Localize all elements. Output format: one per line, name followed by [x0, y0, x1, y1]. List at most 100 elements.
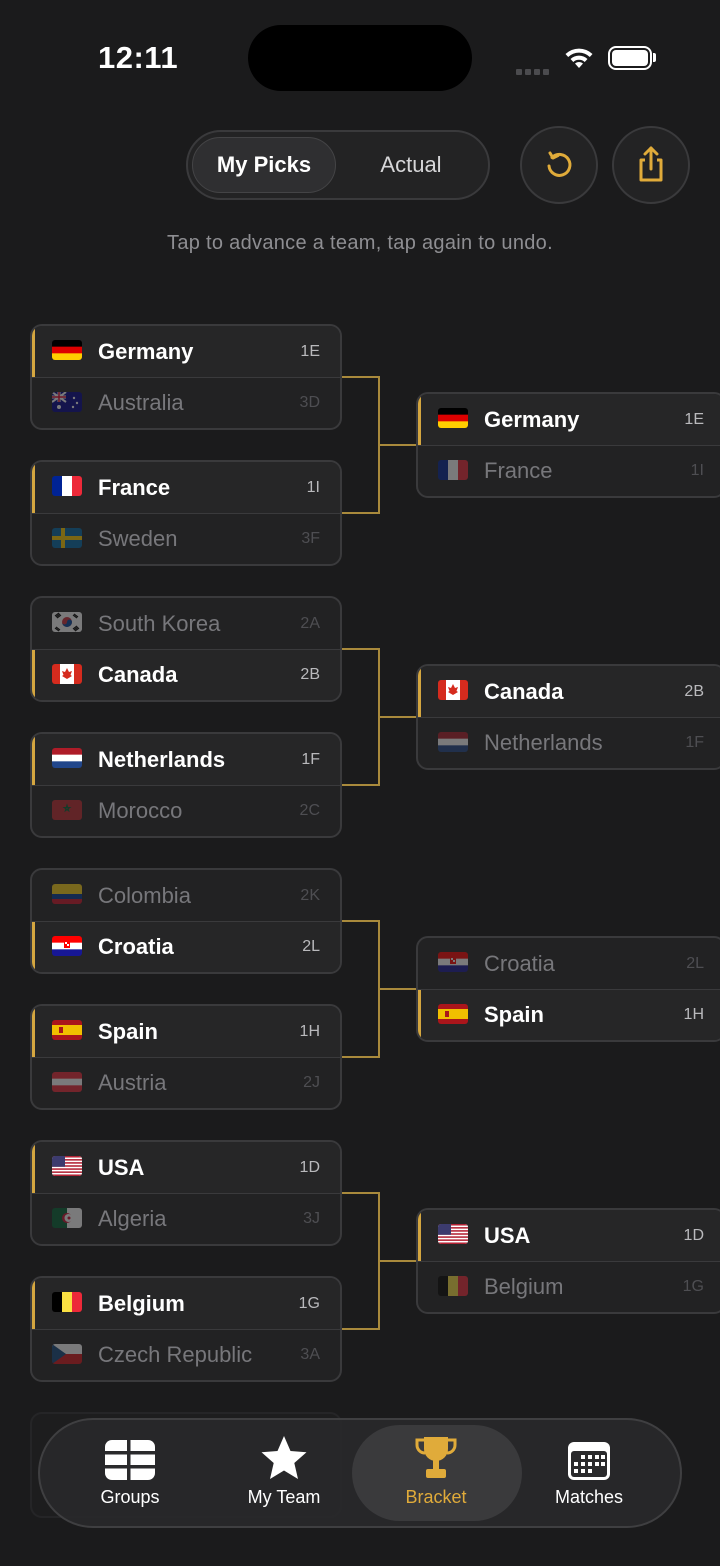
bracket-connector [342, 1056, 380, 1058]
south-korea-flag-icon [52, 612, 82, 632]
grid-icon [105, 1440, 155, 1480]
australia-flag-icon [52, 392, 82, 412]
team-name: Canada [98, 662, 178, 687]
team-row-belgium[interactable]: Belgium 1G [32, 1278, 340, 1329]
team-name: Colombia [98, 882, 191, 908]
team-name: France [98, 474, 171, 500]
share-button[interactable] [612, 126, 690, 204]
tab-bracket-label: Bracket [405, 1487, 467, 1507]
team-row-germany[interactable]: Germany 1E [32, 326, 340, 377]
team-row-czech-republic[interactable]: Czech Republic 3A [32, 1329, 340, 1380]
france-flag-icon [438, 460, 468, 480]
team-seed: 2A [300, 614, 320, 632]
team-name: Australia [98, 390, 184, 415]
netherlands-flag-icon [438, 732, 468, 752]
bracket-connector [342, 784, 380, 786]
team-row-usa[interactable]: USA 1D [32, 1142, 340, 1193]
tab-groups[interactable]: Groups [68, 1430, 192, 1518]
team-name: Spain [98, 1018, 158, 1044]
match-card: Canada 2B Netherlands 1F [416, 664, 720, 770]
canada-flag-icon [438, 680, 468, 700]
team-seed: 3J [303, 1210, 320, 1227]
usa-flag-icon [52, 1156, 82, 1176]
team-seed: 3D [299, 394, 320, 411]
match-card: Spain 1H Austria 2J [30, 1004, 342, 1110]
team-row-netherlands[interactable]: Netherlands 1F [32, 734, 340, 785]
team-name: USA [98, 1154, 145, 1180]
cellular-signal-icon [516, 62, 552, 80]
team-name: Spain [484, 1002, 544, 1027]
team-name: Sweden [98, 526, 178, 551]
team-seed: 3A [300, 1346, 320, 1363]
team-name: Canada [484, 678, 564, 704]
team-row-morocco[interactable]: Morocco 2C [32, 785, 340, 836]
team-row-croatia[interactable]: Croatia 2L [32, 921, 340, 972]
bracket-connector [342, 648, 380, 650]
team-seed: 1F [685, 734, 704, 751]
team-row-south-korea[interactable]: South Korea 2A [32, 598, 340, 649]
team-seed: 2B [300, 666, 320, 683]
status-time: 12:11 [98, 40, 179, 75]
team-name: Belgium [98, 1290, 185, 1316]
team-seed: 3F [301, 530, 320, 547]
team-name: France [484, 458, 553, 483]
team-name: Croatia [98, 934, 174, 959]
team-seed: 1G [682, 1278, 704, 1295]
germany-flag-icon [52, 340, 82, 360]
sweden-flag-icon [52, 528, 82, 548]
team-seed: 2B [684, 682, 704, 700]
team-row-spain[interactable]: Spain 1H [32, 1006, 340, 1057]
team-row-austria[interactable]: Austria 2J [32, 1057, 340, 1108]
team-row-belgium[interactable]: Belgium 1G [418, 1261, 720, 1312]
team-name: Germany [484, 406, 580, 432]
team-row-canada[interactable]: Canada 2B [418, 666, 720, 717]
tab-bracket[interactable]: Bracket [374, 1430, 498, 1518]
team-name: Morocco [98, 798, 183, 823]
team-seed: 1I [690, 462, 704, 479]
share-icon [639, 146, 663, 182]
bracket-connector [342, 920, 380, 922]
bracket-connector [378, 988, 416, 990]
dynamic-island [248, 25, 472, 91]
team-seed: 1G [298, 1294, 320, 1312]
team-seed: 1D [299, 1158, 320, 1176]
team-row-canada[interactable]: Canada 2B [32, 649, 340, 700]
match-card: South Korea 2A Canada 2B [30, 596, 342, 702]
croatia-flag-icon [438, 952, 468, 972]
bracket-connector [378, 716, 416, 718]
czech-flag-icon [52, 1344, 82, 1364]
morocco-flag-icon [52, 800, 82, 820]
team-name: Netherlands [98, 746, 226, 772]
team-seed: 2J [303, 1074, 320, 1091]
bracket-connector [342, 512, 380, 514]
bracket-connector [378, 444, 416, 446]
team-row-france[interactable]: France 1I [32, 462, 340, 513]
reset-button[interactable] [520, 126, 598, 204]
battery-tip [653, 53, 656, 62]
spain-flag-icon [52, 1020, 82, 1040]
belgium-flag-icon [438, 1276, 468, 1296]
team-row-germany[interactable]: Germany 1E [418, 394, 720, 445]
team-row-australia[interactable]: Australia 3D [32, 377, 340, 428]
tab-my-team[interactable]: My Team [222, 1430, 346, 1518]
bracket-connector [378, 1260, 416, 1262]
tab-matches[interactable]: Matches [526, 1430, 652, 1518]
match-card: USA 1D Algeria 3J [30, 1140, 342, 1246]
team-row-colombia[interactable]: Colombia 2K [32, 870, 340, 921]
team-row-spain[interactable]: Spain 1H [418, 989, 720, 1040]
bracket-connector [342, 1328, 380, 1330]
team-seed: 2L [302, 938, 320, 955]
team-row-croatia[interactable]: Croatia 2L [418, 938, 720, 989]
team-row-usa[interactable]: USA 1D [418, 1210, 720, 1261]
team-row-algeria[interactable]: Algeria 3J [32, 1193, 340, 1244]
team-row-france[interactable]: France 1I [418, 445, 720, 496]
netherlands-flag-icon [52, 748, 82, 768]
segment-actual[interactable]: Actual [342, 137, 480, 193]
team-row-netherlands[interactable]: Netherlands 1F [418, 717, 720, 768]
segment-my-picks[interactable]: My Picks [192, 137, 336, 193]
team-seed: 1H [683, 1006, 704, 1023]
trophy-icon [415, 1437, 457, 1478]
battery-icon [608, 46, 652, 70]
croatia-flag-icon [52, 936, 82, 956]
team-row-sweden[interactable]: Sweden 3F [32, 513, 340, 564]
